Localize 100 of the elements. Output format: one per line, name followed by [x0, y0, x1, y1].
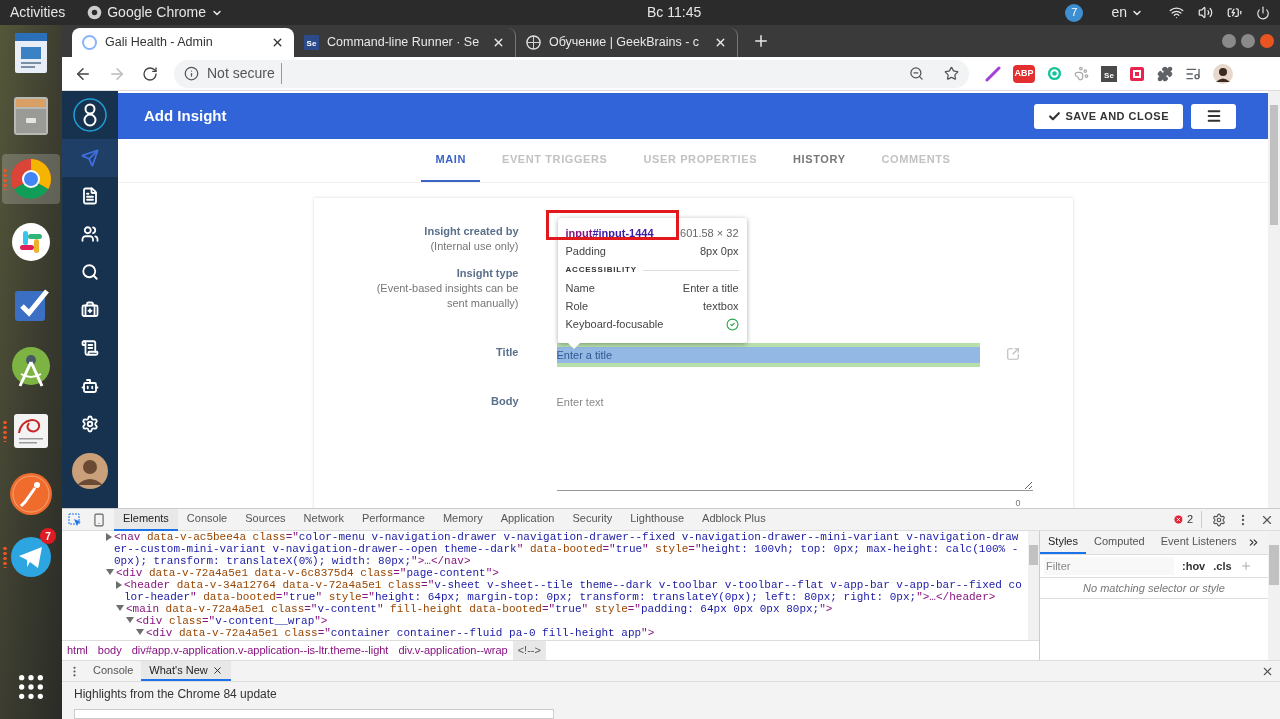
scrollbar[interactable] [1028, 531, 1039, 640]
devtools-tab[interactable]: Sources [236, 508, 295, 531]
empty-message: No matching selector or style [1040, 577, 1268, 599]
zoom-out-icon[interactable] [909, 66, 924, 81]
class-toggle[interactable]: .cls [1213, 557, 1232, 575]
avatar[interactable] [72, 453, 108, 489]
expand-arrow-icon[interactable] [136, 629, 144, 635]
chrome-icon [87, 5, 103, 20]
section-heading: ACCESSIBILITY [565, 264, 637, 276]
minimize-button[interactable] [1222, 34, 1236, 48]
body-textarea[interactable]: Enter text [556, 394, 1033, 491]
drawer-tab[interactable]: What's New [141, 661, 231, 681]
hover-state-toggle[interactable]: :hov [1182, 557, 1206, 575]
code-line: <header data-v-34a12764 data-v-72a4a5e1 class="v-sheet v-sheet--tile theme--dark v-toolbar v-toolbar--flat v-app-bar v-app-bar--fixed color-header" data-booted="true" style="height: 64px; margin-top: 0px; transform: translateY(0px); left: 80px; right: 0px;">…</header> [124, 579, 1022, 603]
devtools-tab[interactable]: Elements [114, 508, 178, 531]
new-tab-icon[interactable] [752, 32, 770, 50]
battery-icon[interactable] [1227, 5, 1242, 20]
send-icon [81, 149, 99, 167]
loading-icon [82, 35, 97, 50]
settings-icon[interactable] [1212, 512, 1226, 527]
frame-icon[interactable] [1129, 65, 1145, 82]
hash-logo-icon [11, 222, 51, 262]
menu-button[interactable] [1191, 103, 1236, 129]
extension-button[interactable]: Se [1101, 65, 1117, 82]
info-icon[interactable] [184, 66, 199, 81]
devtools-tab[interactable]: Memory [433, 508, 492, 531]
breadcrumb[interactable]: div.v-application--wrap [393, 640, 513, 661]
page-title: Add Insight [144, 105, 227, 126]
scrollbar[interactable] [1268, 91, 1280, 508]
document-viewer-icon [11, 411, 51, 451]
error-count[interactable]: 2 [1172, 511, 1202, 528]
drawer-tab[interactable]: Console [85, 661, 142, 681]
pen-icon[interactable] [985, 65, 1001, 82]
app-menu[interactable]: Google Chrome [87, 2, 224, 23]
scrollbar[interactable] [1268, 531, 1280, 660]
devtools-tab[interactable]: Adblock Plus [693, 508, 775, 531]
extension-button[interactable]: ABP [1013, 64, 1035, 83]
power-icon[interactable] [1256, 5, 1270, 20]
expand-arrow-icon[interactable] [116, 605, 124, 611]
document-icon [81, 187, 99, 205]
devtools-tab[interactable]: Console [177, 508, 237, 531]
wifi-icon[interactable] [1169, 5, 1184, 20]
breadcrumb[interactable]: body [92, 640, 127, 661]
star-icon[interactable] [944, 66, 959, 81]
devtools-tab[interactable]: Security [563, 508, 622, 531]
security-label: Not secure [207, 63, 282, 84]
close-icon[interactable] [271, 36, 284, 49]
pane-tab[interactable]: Event Listeners [1152, 531, 1245, 554]
activities-button[interactable]: Activities [10, 2, 66, 23]
field-hint: (Event-based insights can be sent manually) [375, 281, 519, 311]
code-line: <nav data-v-ac5bee4a class="color-menu v-navigation-drawer v-navigation-drawer--fixed v-navigation-drawer--mini-variant v-navigation-drawer--custom-mini-variant v-navigation-drawer--open theme--dark" data-booted="true" style="height: 100vh; top: 0px; max-height: calc(100% - 0px); transform: translateX(0%); width: 80px;">…</nav> [114, 531, 1020, 567]
property-value: 8px 0px [699, 244, 739, 259]
logo-icon[interactable] [72, 97, 108, 133]
globe-icon [526, 35, 541, 50]
browser-tab[interactable]: Gali Health - Admin [72, 28, 294, 57]
volume-icon[interactable] [1198, 5, 1213, 20]
device-icon[interactable] [92, 512, 106, 527]
expand-arrow-icon[interactable] [126, 617, 134, 623]
pane-tab[interactable]: Styles [1040, 531, 1086, 554]
running-indicator [3, 546, 7, 568]
close-button[interactable] [1260, 34, 1274, 48]
expand-arrow-icon[interactable] [116, 581, 122, 589]
expand-arrow-icon[interactable] [106, 533, 112, 541]
clock[interactable]: Вс 11:45 [647, 2, 702, 23]
tab[interactable]: HISTORY [779, 139, 860, 182]
field-hint: (Internal use only) [429, 239, 519, 254]
count-badge: 7 [40, 528, 56, 544]
chrome-icon [9, 157, 53, 201]
reload-icon[interactable] [142, 65, 158, 82]
code-line: <div data-v-72a4a5e1 class="container container--fluid pa-0 fill-height app"> [146, 627, 656, 639]
close-icon[interactable] [211, 664, 223, 676]
close-icon[interactable] [714, 36, 727, 49]
check-icon [1048, 109, 1062, 123]
devtools-tab[interactable]: Application [491, 508, 564, 531]
field-label: Insight type [455, 266, 519, 281]
breadcrumb[interactable]: html [62, 640, 93, 661]
menu-icon [1205, 108, 1222, 124]
tab[interactable]: MAIN [421, 139, 480, 182]
devtools-tab[interactable]: Performance [352, 508, 434, 531]
breadcrumb[interactable]: <!--> [512, 640, 546, 661]
avatar-icon[interactable] [1213, 63, 1233, 84]
expand-arrow-icon[interactable] [106, 569, 114, 575]
devtools-tab[interactable]: Lighthouse [621, 508, 694, 531]
inspect-icon[interactable] [68, 512, 82, 527]
address-bar[interactable]: Not secure [174, 59, 969, 88]
filter-field[interactable]: Filter [1044, 557, 1174, 575]
title-input[interactable]: Enter a title [556, 343, 980, 367]
language-menu[interactable]: en [1111, 2, 1143, 23]
puzzle-icon[interactable] [1157, 65, 1173, 82]
briefcase-icon [81, 301, 99, 319]
close-icon[interactable] [492, 36, 505, 49]
devtools-tab[interactable]: Network [294, 508, 353, 531]
pane-tab[interactable]: Computed [1085, 531, 1153, 554]
code-line: <div data-v-72a4a5e1 data-v-6c8375d4 class="page-content"> [116, 567, 500, 579]
dock-item[interactable] [2, 154, 60, 204]
save-and-close-button[interactable]: SAVE AND CLOSE [1034, 103, 1183, 129]
file-cabinet-icon [11, 94, 51, 138]
maximize-button[interactable] [1241, 34, 1255, 48]
running-indicator [3, 168, 7, 190]
breadcrumb[interactable]: div#app.v-application.v-application--is-ltr.theme--light [126, 640, 394, 661]
